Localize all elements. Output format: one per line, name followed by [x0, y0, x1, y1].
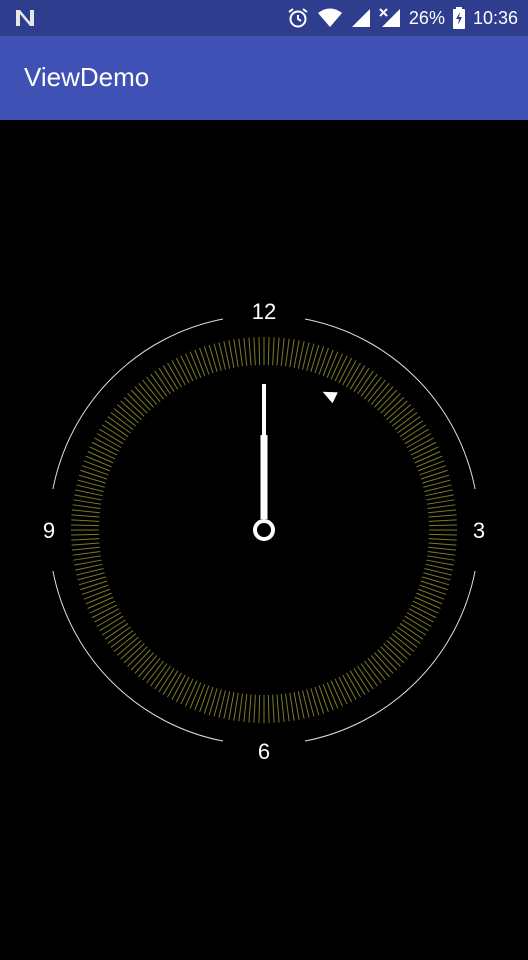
no-signal-icon: [379, 8, 400, 27]
battery-percent: 26%: [408, 7, 445, 28]
numeral-12: 12: [252, 299, 276, 324]
battery-charging-icon: [452, 7, 465, 29]
numeral-9: 9: [43, 518, 55, 543]
app-title: ViewDemo: [24, 62, 150, 92]
numeral-3: 3: [473, 518, 485, 543]
n-notification-icon: [16, 10, 34, 26]
status-icons: 26% 10:36: [287, 0, 518, 36]
center-pivot: [253, 519, 275, 541]
second-marker: [322, 391, 338, 404]
wifi-icon: [317, 8, 342, 27]
numeral-6: 6: [258, 739, 270, 764]
app-bar: ViewDemo: [0, 36, 528, 120]
clock-time: 10:36: [472, 7, 518, 28]
minute-hand: [262, 384, 266, 519]
alarm-icon: [288, 8, 308, 28]
signal-icon: [351, 9, 370, 27]
clock-view: 12 3 6 9: [43, 299, 485, 764]
content-area: 12 3 6 9: [0, 120, 528, 960]
status-bar: 26% 10:36: [0, 0, 528, 36]
